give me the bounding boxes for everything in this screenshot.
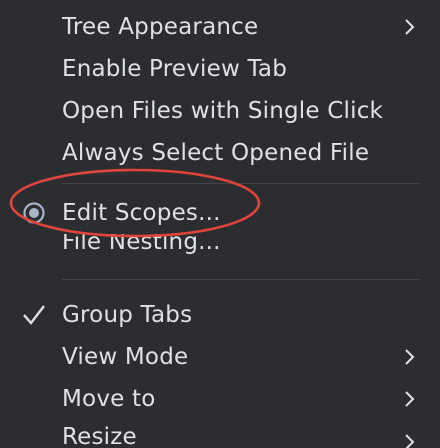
menu-item-label: Group Tabs <box>62 302 193 328</box>
checkmark-icon <box>23 305 45 325</box>
menu-item-resize[interactable]: Resize <box>0 418 440 448</box>
menu-separator <box>62 279 420 280</box>
menu-item-group-tabs[interactable]: Group Tabs <box>0 294 440 336</box>
chevron-right-icon <box>405 349 415 365</box>
menu-item-always-select-opened-file[interactable]: Always Select Opened File <box>0 132 440 174</box>
menu-item-open-files-single-click[interactable]: Open Files with Single Click <box>0 90 440 132</box>
radio-selected-icon <box>23 202 45 224</box>
chevron-right-icon <box>405 19 415 35</box>
menu-separator <box>62 183 420 184</box>
menu-item-label: Open Files with Single Click <box>62 98 384 124</box>
menu-item-label: Edit Scopes... <box>62 200 221 226</box>
menu-item-label: File Nesting... <box>62 234 221 255</box>
chevron-right-icon <box>405 391 415 407</box>
menu-item-tree-appearance[interactable]: Tree Appearance <box>0 6 440 48</box>
context-menu: Tree Appearance Enable Preview Tab Open … <box>0 0 440 448</box>
menu-item-file-nesting[interactable]: File Nesting... <box>0 234 440 268</box>
menu-item-label: Enable Preview Tab <box>62 56 288 82</box>
menu-item-move-to[interactable]: Move to <box>0 378 440 420</box>
menu-item-label: View Mode <box>62 344 189 370</box>
menu-item-edit-scopes[interactable]: Edit Scopes... <box>0 192 440 234</box>
menu-item-label: Move to <box>62 386 156 412</box>
menu-item-enable-preview-tab[interactable]: Enable Preview Tab <box>0 48 440 90</box>
menu-item-label: Resize <box>62 424 137 448</box>
chevron-right-icon <box>405 434 415 448</box>
menu-item-view-mode[interactable]: View Mode <box>0 336 440 378</box>
menu-item-label: Always Select Opened File <box>62 140 370 166</box>
menu-item-label: Tree Appearance <box>62 14 259 40</box>
